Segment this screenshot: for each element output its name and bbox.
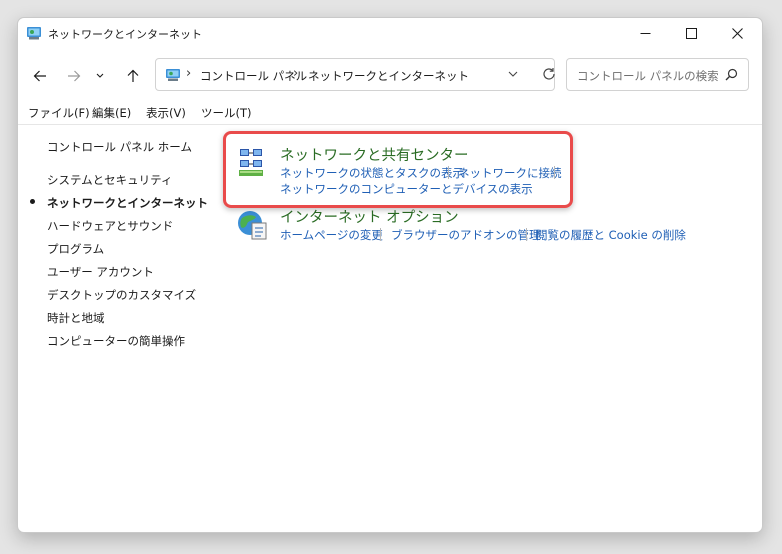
menu-file[interactable]: ファイル(F) (28, 105, 90, 121)
sidebar-item-network-internet[interactable]: ネットワークとインターネット (47, 195, 208, 211)
close-icon (731, 27, 743, 39)
menu-view[interactable]: 表示(V) (146, 105, 186, 121)
window-title: ネットワークとインターネット (48, 28, 202, 41)
menu-tools[interactable]: ツール(T) (201, 105, 252, 121)
sidebar-item-system-security[interactable]: システムとセキュリティ (47, 172, 172, 188)
sidebar-item-control-panel-home[interactable]: コントロール パネル ホーム (47, 139, 192, 155)
back-button[interactable] (28, 64, 52, 88)
sidebar-item-user-accounts[interactable]: ユーザー アカウント (47, 264, 154, 280)
minimize-button[interactable] (622, 18, 668, 48)
breadcrumb-separator: › (186, 66, 192, 81)
link-manage-addons[interactable]: ブラウザーのアドオンの管理 (391, 227, 541, 243)
search-input[interactable]: コントロール パネルの検索 (566, 58, 749, 91)
close-button[interactable] (714, 18, 760, 48)
title-bar[interactable]: ネットワークとインターネット (18, 18, 762, 48)
sidebar-item-hardware-sound[interactable]: ハードウェアとサウンド (47, 218, 173, 234)
arrow-right-icon (68, 70, 81, 82)
highlight-box (223, 131, 573, 208)
chevron-down-icon[interactable] (508, 71, 518, 78)
chevron-down-icon (96, 73, 104, 78)
control-panel-icon (27, 27, 41, 40)
address-bar[interactable]: › コントロール パネル › ネットワークとインターネット (155, 58, 555, 91)
breadcrumb-control-panel[interactable]: コントロール パネル (200, 68, 307, 84)
link-separator (380, 228, 381, 241)
breadcrumb-network-internet[interactable]: ネットワークとインターネット (308, 68, 469, 84)
search-placeholder: コントロール パネルの検索 (577, 69, 719, 83)
menu-edit[interactable]: 編集(E) (92, 105, 131, 121)
category-title-internet-options[interactable]: インターネット オプション (280, 206, 459, 227)
sidebar-item-desktop-customization[interactable]: デスクトップのカスタマイズ (47, 287, 196, 303)
internet-options-icon[interactable] (236, 208, 270, 242)
arrow-up-icon (127, 69, 139, 82)
link-change-homepage[interactable]: ホームページの変更 (280, 227, 383, 243)
forward-button[interactable] (62, 64, 86, 88)
recent-locations-button[interactable] (92, 64, 108, 88)
sidebar-item-ease-of-access[interactable]: コンピューターの簡単操作 (47, 333, 185, 349)
menu-bar: ファイル(F) 編集(E) 表示(V) ツール(T) (18, 102, 762, 125)
breadcrumb-separator[interactable]: › (293, 66, 298, 81)
search-icon (725, 68, 738, 81)
sidebar-item-clock-region[interactable]: 時計と地域 (47, 310, 105, 326)
control-panel-window: ネットワークとインターネット › コントロール パネル › ネットワークとインタ (17, 17, 763, 533)
link-separator (526, 228, 527, 241)
maximize-icon (685, 27, 697, 39)
minimize-icon (640, 32, 650, 34)
refresh-icon[interactable] (542, 67, 556, 81)
up-button[interactable] (121, 64, 145, 88)
active-bullet (30, 199, 35, 204)
sidebar-item-programs[interactable]: プログラム (47, 241, 104, 257)
arrow-left-icon (33, 70, 46, 82)
maximize-button[interactable] (668, 18, 714, 48)
link-delete-history-cookies[interactable]: 閲覧の履歴と Cookie の削除 (536, 227, 686, 243)
control-panel-icon (166, 69, 180, 81)
